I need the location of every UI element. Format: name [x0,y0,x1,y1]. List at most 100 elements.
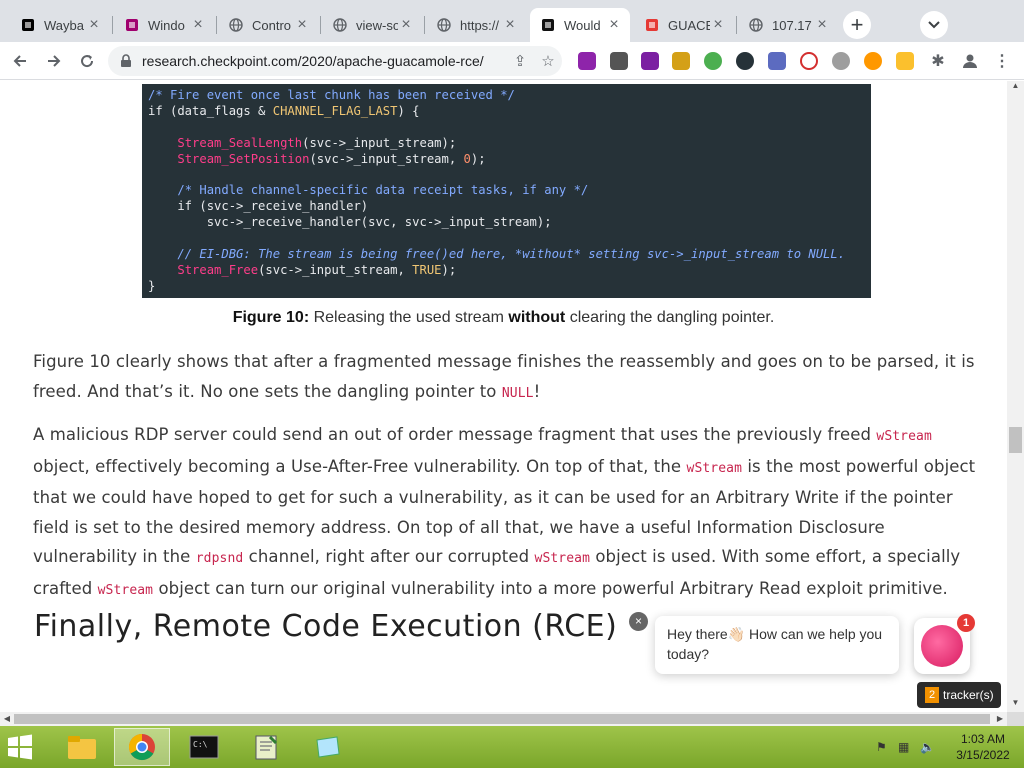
taskbar-terminal[interactable]: C:\ [176,728,232,766]
tab-close-icon[interactable]: × [294,17,310,33]
svg-text:C:\: C:\ [193,740,208,749]
globe-icon [228,17,244,33]
chat-avatar-icon [921,625,963,667]
bank-icon [20,17,36,33]
url-text[interactable]: research.checkpoint.com/2020/apache-guac… [142,53,506,69]
code-line: if (svc->_receive_handler) [148,199,865,215]
browser-tab[interactable]: Windo × [114,8,214,42]
reload-button[interactable] [73,47,101,75]
code-token: svc->_receive_handler(svc, svc->_input_s… [148,215,552,230]
code-token: // EI-DBG: The stream is being free()ed … [177,246,846,261]
taskbar-notepad[interactable] [238,728,294,766]
scroll-up-arrow-icon[interactable]: ▲ [1007,81,1024,95]
browser-tab[interactable]: Would × [530,8,630,42]
globe-icon [748,17,764,33]
scroll-right-arrow-icon[interactable]: ▶ [993,712,1007,726]
notepad-icon [255,735,278,760]
windows-taskbar: C:\ ⚑ ▦ 🔈 1:03 AM 3/15/2022 [0,726,1024,768]
bookmark-star-icon[interactable]: ☆ [534,52,562,70]
horizontal-scrollbar[interactable]: ◀ ▶ [0,712,1007,726]
tab-separator [424,16,425,34]
code-line: Stream_SetPosition(svc->_input_stream, 0… [148,152,865,168]
code-token: Stream_Free [177,262,259,277]
tab-title: Wayba [44,17,84,33]
browser-tab[interactable]: 107.17 × [738,8,838,42]
tab-title: 107.17 [772,17,812,33]
paragraph-text: channel, right after our corrupted [243,547,535,566]
extension-bug-icon[interactable] [641,52,659,70]
tracker-badge[interactable]: 2 tracker(s) [917,682,1001,708]
tab-close-icon[interactable]: × [86,17,102,33]
code-line: svc->_receive_handler(svc, svc->_input_s… [148,215,865,231]
extension-globe-icon[interactable] [736,52,754,70]
tab-close-icon[interactable]: × [814,17,830,33]
share-page-icon[interactable]: ⇪ [506,52,534,70]
forward-button[interactable] [40,47,68,75]
chat-close-button[interactable]: × [629,612,648,631]
extension-block-icon[interactable] [800,52,818,70]
taskbar-file-explorer[interactable] [54,728,110,766]
horizontal-scroll-thumb[interactable] [14,714,990,724]
tab-close-icon[interactable]: × [398,17,414,33]
vertical-scrollbar[interactable]: ▲ ▼ [1007,81,1024,712]
tab-close-icon[interactable]: × [502,17,518,33]
browser-tab[interactable]: view-so × [322,8,422,42]
paragraph-2: A malicious RDP server could send an out… [33,420,983,605]
code-line: /* Fire event once last chunk has been r… [148,88,865,104]
code-block: /* Fire event once last chunk has been r… [142,84,871,298]
vertical-scroll-thumb[interactable] [1009,427,1022,453]
chat-greeting[interactable]: Hey there👋🏻 How can we help you today? [655,616,899,674]
browser-tab[interactable]: Wayba × [10,8,110,42]
back-button[interactable] [6,47,34,75]
extension-owl-icon[interactable] [832,52,850,70]
start-button[interactable] [6,733,36,761]
taskbar-remote-app[interactable] [300,728,356,766]
extension-sun-icon[interactable] [864,52,882,70]
folder-icon [68,736,96,759]
tab-title: https:// [460,17,500,33]
browser-tab[interactable]: https://× [426,8,526,42]
arrow-left-icon [13,55,26,67]
extensions-puzzle-icon[interactable]: ✱ [929,52,947,70]
tab-close-icon[interactable]: × [710,17,726,33]
tab-search-button[interactable] [920,11,948,39]
taskbar-clock[interactable]: 1:03 AM 3/15/2022 [948,731,1018,763]
globe-icon [436,17,452,33]
network-tray-icon[interactable]: ▦ [898,740,914,754]
scroll-left-arrow-icon[interactable]: ◀ [0,712,14,726]
tab-title: Windo [148,17,185,33]
extension-dog-icon[interactable] [672,52,690,70]
taskbar-chrome[interactable] [114,728,170,766]
address-bar[interactable]: research.checkpoint.com/2020/apache-guac… [108,46,562,76]
tab-close-icon[interactable]: × [606,17,622,33]
volume-tray-icon[interactable]: 🔈 [920,740,936,754]
flag-tray-icon[interactable]: ⚑ [876,740,892,754]
tab-close-icon[interactable]: × [190,17,206,33]
code-token: ); [441,262,457,277]
section-heading: Finally, Remote Code Execution (RCE) [34,609,618,644]
extension-leaf-icon[interactable] [610,52,628,70]
inline-code: wStream [534,551,591,566]
chat-unread-badge: 1 [957,614,975,632]
profile-icon[interactable] [961,52,979,70]
scroll-down-arrow-icon[interactable]: ▼ [1007,698,1024,712]
extension-flag-icon[interactable] [578,52,596,70]
extension-bee-icon[interactable] [896,52,914,70]
arrow-right-icon [48,55,61,67]
tab-separator [112,16,113,34]
code-token: (svc->_input_stream, [258,262,413,277]
new-tab-button[interactable]: + [843,11,871,39]
caption-text-post: clearing the dangling pointer. [565,309,775,326]
browser-tab[interactable]: Contro × [218,8,318,42]
menu-kebab-icon[interactable]: ⋮ [993,52,1011,70]
tracker-label: tracker(s) [943,688,994,702]
extension-gear-icon[interactable] [768,52,786,70]
tab-title: Contro [252,17,292,33]
browser-tab[interactable]: GUACE × [634,8,734,42]
caption-text-pre: Releasing the used stream [309,309,509,326]
extension-wheel-icon[interactable] [704,52,722,70]
paragraph-text: A malicious RDP server could send an out… [33,425,877,444]
